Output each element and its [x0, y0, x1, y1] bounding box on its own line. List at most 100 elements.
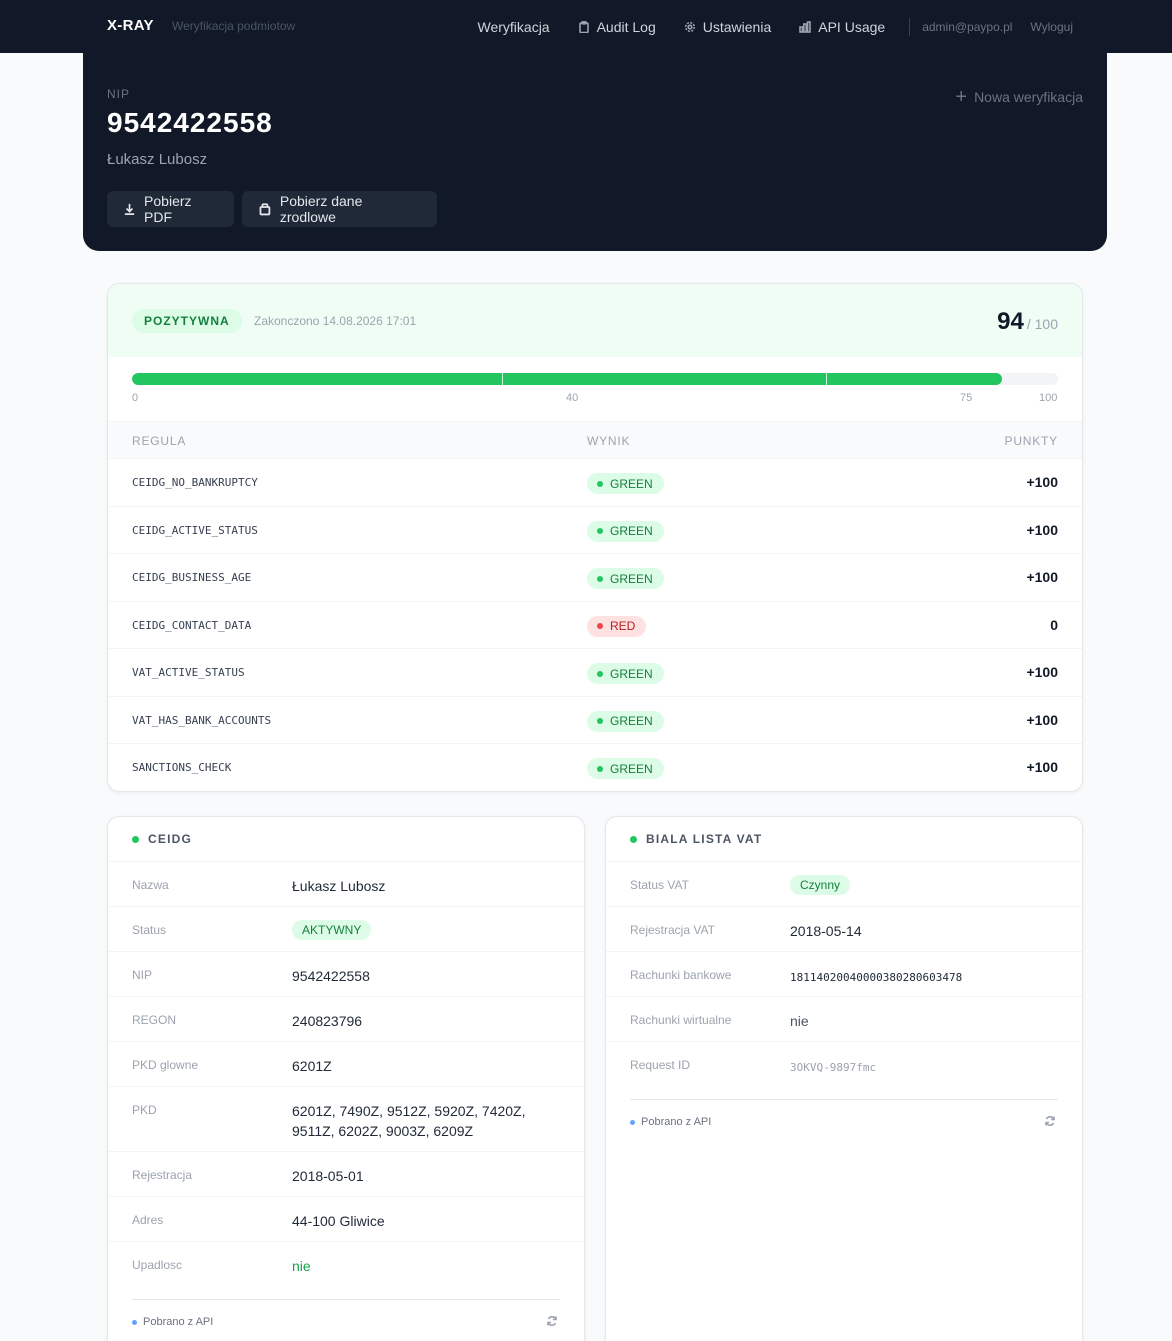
nav-divider: [909, 17, 911, 36]
ceidg-card: CEIDG Nazwa Łukasz Lubosz Status AKTYWNY…: [107, 816, 585, 1341]
package-icon: [259, 203, 271, 216]
scale-label-100: 100: [1039, 392, 1058, 404]
nip-value: 9542422558: [107, 107, 273, 138]
refresh-icon: [1045, 1116, 1055, 1126]
table-row: VAT_ACTIVE_STATUS GREEN +100: [108, 649, 1082, 697]
ceidg-field-registration: Rejestracja 2018-05-01: [108, 1152, 584, 1197]
score-card: POZYTYWNA Zakonczono 14.08.2026 17:01 94…: [107, 283, 1083, 792]
header-result: WYNIK: [587, 434, 631, 448]
result-label: GREEN: [610, 714, 653, 728]
result-label: GREEN: [610, 524, 653, 538]
result-dot: [597, 765, 603, 772]
refresh-ceidg-button[interactable]: [546, 1314, 560, 1328]
result-dot: [597, 480, 603, 487]
table-row: VAT_HAS_BANK_ACCOUNTS GREEN +100: [108, 697, 1082, 744]
rule-name: VAT_ACTIVE_STATUS: [132, 666, 245, 679]
rule-points: +100: [1026, 569, 1058, 585]
nav-link-ustawienia[interactable]: Ustawienia: [684, 19, 771, 35]
bar-chart-icon: [799, 20, 812, 33]
source-dot: [132, 1319, 137, 1325]
vat-field-registration: Rejestracja VAT 2018-05-14: [606, 907, 1082, 952]
nav-link-weryfikacja[interactable]: Weryfikacja: [478, 19, 550, 35]
vat-field-status: Status VAT Czynny: [606, 862, 1082, 907]
vat-title: BIALA LISTA VAT: [646, 832, 763, 846]
rule-name: CEIDG_NO_BANKRUPTCY: [132, 476, 258, 489]
vat-field-virtual: Rachunki wirtualne nie: [606, 997, 1082, 1042]
result-badge: GREEN: [587, 568, 664, 589]
bank-account-number: 18114020040000380280603478: [790, 971, 963, 984]
vat-field-request-id: Request ID 3OKVQ-9897fmc: [630, 1058, 877, 1074]
ceidg-field-status: Status AKTYWNY: [108, 907, 584, 952]
ceidg-card-header: CEIDG: [108, 817, 584, 862]
scale-label-75: 75: [960, 392, 973, 404]
vat-whitelist-card: BIALA LISTA VAT Status VAT Czynny Rejest…: [605, 816, 1083, 1341]
status-dot: [630, 835, 637, 843]
top-navbar: X-RAY Weryfikacja podmiotow Weryfikacja …: [0, 0, 1172, 53]
scale-label-40: 40: [566, 392, 579, 404]
source-indicator: Pobrano z API: [630, 1116, 711, 1128]
vat-field-accounts: Rachunki bankowe 18114020040000380280603…: [606, 952, 1082, 997]
threshold-tick-40: [502, 373, 503, 385]
ceidg-card-footer: Pobrano z API: [132, 1299, 560, 1341]
ceidg-title: CEIDG: [148, 832, 193, 846]
rule-points: +100: [1026, 759, 1058, 775]
rule-name: CEIDG_BUSINESS_AGE: [132, 571, 252, 584]
refresh-icon: [547, 1316, 557, 1326]
verdict-badge: POZYTYWNA: [132, 309, 242, 333]
ceidg-field-bankruptcy: Upadlosc nie: [132, 1258, 311, 1274]
result-dot: [597, 528, 603, 534]
new-verification-button[interactable]: + Nowa weryfikacja: [955, 87, 1083, 107]
rule-name: VAT_HAS_BANK_ACCOUNTS: [132, 713, 272, 727]
result-badge: RED: [587, 615, 647, 637]
vat-card-footer: Pobrano z API: [630, 1099, 1058, 1143]
score-header: POZYTYWNA Zakonczono 14.08.2026 17:01 94…: [108, 284, 1082, 357]
rules-table-body: CEIDG_NO_BANKRUPTCY GREEN +100 CEIDG_ACTIVE…: [108, 459, 1082, 791]
source-indicator: Pobrano z API: [132, 1316, 213, 1328]
table-row: CEIDG_CONTACT_DATA RED 0: [108, 602, 1082, 649]
table-row: CEIDG_BUSINESS_AGE GREEN +100: [108, 554, 1082, 602]
result-badge: GREEN: [587, 473, 664, 494]
brand-logo[interactable]: X-RAY: [107, 17, 154, 34]
rule-points: +100: [1026, 711, 1058, 728]
result-badge: GREEN: [587, 710, 664, 732]
table-row: CEIDG_ACTIVE_STATUS GREEN +100: [108, 507, 1082, 554]
score-max: / 100: [1026, 316, 1058, 332]
result-label: GREEN: [610, 571, 653, 586]
rule-points: +100: [1026, 474, 1058, 490]
result-label: GREEN: [610, 761, 653, 776]
result-badge: GREEN: [587, 520, 664, 542]
rule-name: SANCTIONS_CHECK: [132, 761, 232, 774]
header-rule: REGULA: [132, 434, 187, 448]
download-pdf-button[interactable]: Pobierz PDF: [107, 191, 234, 227]
nav-link-api-usage[interactable]: API Usage: [799, 19, 885, 35]
status-badge: AKTYWNY: [292, 920, 372, 940]
rule-name: CEIDG_CONTACT_DATA: [132, 618, 252, 632]
scale-label-0: 0: [132, 392, 139, 404]
score-value: 94: [997, 308, 1024, 335]
brand-subtitle: Weryfikacja podmiotow: [172, 19, 296, 33]
result-badge: GREEN: [587, 663, 664, 684]
score-progress-bar: [132, 373, 1058, 385]
nip-label: NIP: [107, 87, 131, 101]
result-badge: GREEN: [587, 758, 664, 779]
ceidg-field-name: Nazwa Łukasz Lubosz: [108, 862, 584, 907]
ceidg-field-address: Adres 44-100 Gliwice: [108, 1197, 584, 1242]
download-icon: [124, 203, 135, 215]
status-dot: [132, 835, 139, 843]
clipboard-icon: [578, 20, 589, 33]
gear-icon: [684, 21, 695, 32]
refresh-vat-button[interactable]: [1044, 1114, 1058, 1128]
nav-links: Weryfikacja Audit Log Ustawienia API Usa…: [478, 0, 1073, 53]
source-dot: [630, 1119, 635, 1125]
download-source-button[interactable]: Pobierz dane zrodlowe: [242, 191, 437, 227]
result-dot: [597, 575, 603, 582]
result-label: RED: [610, 619, 636, 633]
rule-points: 0: [1050, 616, 1058, 633]
vat-card-header: BIALA LISTA VAT: [606, 817, 1082, 862]
rules-table-header: REGULA WYNIK PUNKTY: [108, 421, 1082, 459]
score-progress-fill: [132, 373, 1003, 385]
result-dot: [597, 623, 603, 629]
nav-link-audit-log[interactable]: Audit Log: [578, 19, 656, 35]
logout-link[interactable]: Wyloguj: [1030, 20, 1073, 34]
threshold-tick-75: [826, 373, 827, 385]
